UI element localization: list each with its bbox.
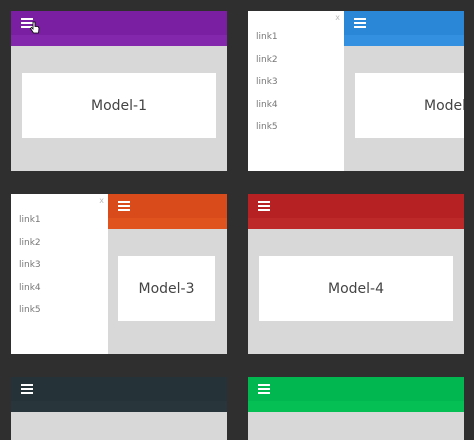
top-bar (108, 194, 227, 229)
top-bar (248, 194, 464, 229)
drawer-link-2[interactable]: link2 (256, 49, 278, 72)
drawer-link-1[interactable]: link1 (19, 209, 41, 232)
drawer-link-5[interactable]: link5 (256, 116, 278, 139)
bar-stripe (108, 218, 227, 229)
demo-model-4: Model-4 (248, 194, 464, 354)
bar-stripe (248, 218, 464, 229)
model-card: Model-3 (118, 256, 215, 321)
menu-icon[interactable] (21, 384, 33, 394)
side-drawer: x link1 link2 link3 link4 link5 (11, 194, 108, 354)
drawer-close-button[interactable]: x (335, 13, 340, 22)
demo-model-3: Model-3 x link1 link2 link3 link4 link5 (11, 194, 227, 354)
model-card: Model-4 (259, 256, 453, 321)
bar-stripe (11, 401, 227, 412)
model-title: Model-3 (138, 280, 195, 297)
side-drawer: x link1 link2 link3 link4 link5 (248, 11, 344, 171)
drawer-link-4[interactable]: link4 (19, 277, 41, 300)
drawer-link-2[interactable]: link2 (19, 232, 41, 255)
drawer-close-button[interactable]: x (99, 196, 104, 205)
top-bar (344, 11, 464, 46)
bar-stripe (11, 35, 227, 46)
menu-icon[interactable] (258, 384, 270, 394)
top-bar (11, 11, 227, 46)
drawer-link-3[interactable]: link3 (256, 71, 278, 94)
model-title: Model-4 (328, 280, 384, 297)
model-card: Model-2 (355, 73, 464, 138)
model-title: Model-1 (91, 97, 147, 114)
drawer-links: link1 link2 link3 link4 link5 (19, 209, 41, 322)
demo-model-1: Model-1 (11, 11, 227, 171)
bar-stripe (248, 401, 464, 412)
menu-icon[interactable] (118, 201, 130, 211)
drawer-link-3[interactable]: link3 (19, 254, 41, 277)
demo-model-6 (248, 377, 464, 440)
menu-icon[interactable] (258, 201, 270, 211)
hand-cursor-icon (30, 21, 40, 34)
demo-model-2: Model-2 x link1 link2 link3 link4 link5 (248, 11, 464, 171)
demo-model-5 (11, 377, 227, 440)
drawer-link-1[interactable]: link1 (256, 26, 278, 49)
drawer-link-5[interactable]: link5 (19, 299, 41, 322)
drawer-links: link1 link2 link3 link4 link5 (256, 26, 278, 139)
model-card: Model-1 (22, 73, 216, 138)
top-bar (248, 377, 464, 412)
drawer-link-4[interactable]: link4 (256, 94, 278, 117)
bar-stripe (344, 35, 464, 46)
top-bar (11, 377, 227, 412)
menu-icon[interactable] (354, 18, 366, 28)
model-title: Model-2 (424, 97, 464, 114)
